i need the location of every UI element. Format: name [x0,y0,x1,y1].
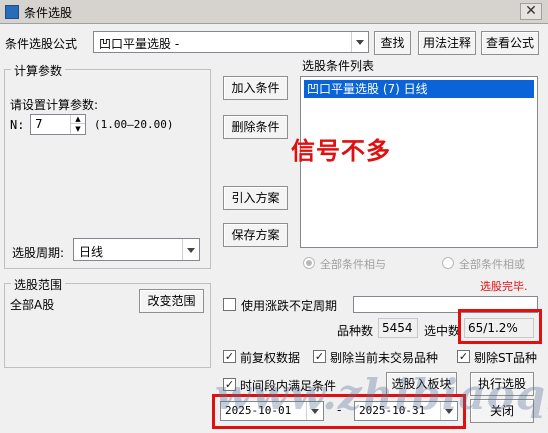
close-icon[interactable]: ✕ [520,3,542,20]
exclude-untraded-checkbox[interactable]: ✓ [313,350,326,363]
change-scope-button[interactable]: 改变范围 [139,289,204,313]
status-text: 选股完毕. [480,280,528,293]
unfixed-period-checkbox[interactable] [223,298,236,311]
params-prompt: 请设置计算参数: [10,98,99,112]
all-and-radio[interactable] [303,257,315,269]
params-group-title: 计算参数 [11,62,66,79]
watermark: www.zhibiaoqi.com [215,370,548,419]
usage-notes-button[interactable]: 用法注释 [418,31,476,55]
highlight-box [458,309,542,344]
exclude-untraded-label: 剔除当前未交易品种 [330,351,439,365]
exclude-st-label: 剔除ST品种 [474,351,537,365]
all-or-radio[interactable] [442,257,454,269]
import-plan-button[interactable]: 引入方案 [223,186,288,210]
count-field: 5454 [378,318,418,338]
title-bar: 条件选股 ✕ [0,0,548,24]
view-formula-button[interactable]: 查看公式 [481,31,539,55]
adjusted-checkbox[interactable]: ✓ [223,350,236,363]
scope-group-title: 选股范围 [11,276,66,293]
chevron-down-icon[interactable] [182,239,199,260]
selected-label: 选中数 [424,324,461,338]
stepper-down-icon[interactable]: ▼ [70,124,85,134]
count-value: 5454 [382,321,413,335]
annotation-text: 信号不多 [291,137,391,165]
period-value: 日线 [79,245,104,259]
all-or-label: 全部条件相或 [459,258,525,271]
exclude-st-checkbox[interactable]: ✓ [457,350,470,363]
app-icon [5,5,19,19]
n-stepper[interactable]: 7 ▲ ▼ [30,114,86,135]
formula-dropdown[interactable]: 凹口平量选股 - [93,31,369,53]
n-value: 7 [35,117,43,131]
scope-value: 全部A股 [10,298,55,312]
formula-label: 条件选股公式 [5,37,78,51]
formula-selected: 凹口平量选股 - [99,37,180,51]
unfixed-period-label: 使用涨跌不定周期 [241,299,338,313]
period-label: 选股周期: [12,246,65,260]
adjusted-label: 前复权数据 [240,351,301,365]
count-label: 品种数 [337,324,374,338]
period-dropdown[interactable]: 日线 [73,238,200,261]
n-range: (1.00—20.00) [94,118,174,131]
window-title: 条件选股 [24,6,73,20]
find-button[interactable]: 查找 [374,31,411,55]
add-condition-button[interactable]: 加入条件 [223,76,288,100]
chevron-down-icon[interactable] [351,32,368,52]
stepper-up-icon[interactable]: ▲ [70,115,85,124]
save-plan-button[interactable]: 保存方案 [223,223,288,247]
condition-list-title: 选股条件列表 [302,59,375,73]
delete-condition-button[interactable]: 删除条件 [223,115,288,139]
all-and-label: 全部条件相与 [320,258,386,271]
n-label: N: [10,118,25,132]
list-item[interactable]: 凹口平量选股 (7) 日线 [304,80,534,98]
